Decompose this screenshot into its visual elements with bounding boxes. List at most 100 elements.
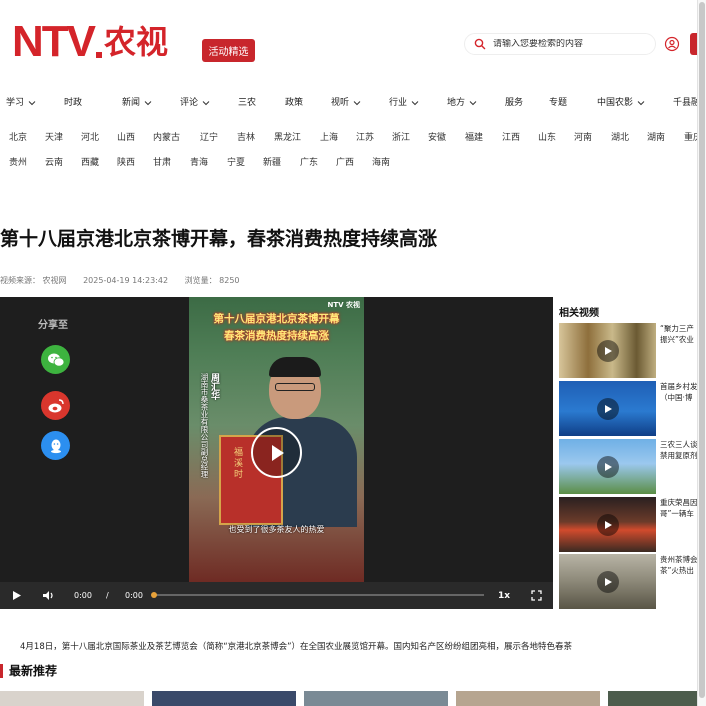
related-video-item[interactable]: 首届乡村发 （中国·博 (559, 381, 706, 436)
main-nav: 学习 时政 新闻 评论 三农 政策 视听 行业 地方 服务 专题 中国农影 千县融 (0, 92, 706, 114)
video-player[interactable]: 分享至 NTV 农视 第十八届京港北京茶博开幕 春茶消费热度持续高涨 福溪时 周… (0, 297, 553, 609)
region-link[interactable]: 河南 (574, 129, 592, 147)
play-icon[interactable] (597, 398, 619, 420)
region-link[interactable]: 河北 (81, 129, 99, 147)
poster-person-glasses (275, 383, 315, 391)
region-link[interactable]: 贵州 (9, 154, 27, 172)
region-link[interactable]: 上海 (320, 129, 338, 147)
play-overlay-button[interactable] (251, 427, 302, 478)
search-box[interactable] (464, 33, 656, 55)
related-video-thumbnail[interactable] (559, 323, 656, 378)
search-input[interactable] (493, 39, 643, 49)
chevron-down-icon (353, 101, 361, 106)
region-link[interactable]: 西藏 (81, 154, 99, 172)
wechat-share-icon[interactable] (41, 345, 70, 374)
recommend-thumb[interactable] (456, 691, 600, 706)
region-link[interactable]: 吉林 (237, 129, 255, 147)
recommend-thumb[interactable] (304, 691, 448, 706)
region-link[interactable]: 山东 (538, 129, 556, 147)
region-link[interactable]: 湖北 (611, 129, 629, 147)
poster-name: 周汇华 (209, 373, 219, 400)
related-videos-title: 相关视频 (559, 308, 599, 319)
recommend-thumb[interactable] (608, 691, 698, 706)
weibo-share-icon[interactable] (41, 391, 70, 420)
play-icon[interactable] (597, 340, 619, 362)
site-logo[interactable]: NTV 农视 (12, 20, 168, 64)
region-link[interactable]: 宁夏 (227, 154, 245, 172)
play-icon (13, 591, 21, 600)
chevron-down-icon (28, 101, 36, 106)
region-link[interactable]: 新疆 (263, 154, 281, 172)
recommend-thumb[interactable] (0, 691, 144, 706)
region-link[interactable]: 湖南 (647, 129, 665, 147)
region-link[interactable]: 广西 (336, 154, 354, 172)
play-icon[interactable] (597, 514, 619, 536)
related-video-item[interactable]: 贵州茶博会 茶”火热出 (559, 554, 706, 609)
user-icon[interactable] (664, 36, 680, 52)
region-link[interactable]: 内蒙古 (153, 129, 180, 147)
play-button[interactable] (12, 582, 22, 609)
region-link[interactable]: 福建 (465, 129, 483, 147)
region-link[interactable]: 海南 (372, 154, 390, 172)
nav-item-politics[interactable]: 时政 (64, 92, 82, 114)
nav-item-topic[interactable]: 专题 (549, 92, 567, 114)
nav-item-policy[interactable]: 政策 (285, 92, 303, 114)
nav-item-china-film[interactable]: 中国农影 (597, 92, 645, 114)
related-video-thumbnail[interactable] (559, 497, 656, 552)
nav-item-sannong[interactable]: 三农 (238, 92, 256, 114)
nav-item-label: 中国农影 (597, 98, 634, 108)
region-link[interactable]: 天津 (45, 129, 63, 147)
nav-item-service[interactable]: 服务 (505, 92, 523, 114)
poster-caption: 周汇华 湖南市桑茶业有限公司副总经理 (199, 373, 219, 478)
qq-share-icon[interactable] (41, 431, 70, 460)
play-icon[interactable] (597, 571, 619, 593)
fullscreen-button[interactable] (531, 582, 542, 609)
scrollbar-thumb[interactable] (699, 2, 705, 698)
play-icon[interactable] (597, 456, 619, 478)
region-link[interactable]: 山西 (117, 129, 135, 147)
region-link[interactable]: 广东 (300, 154, 318, 172)
page-scrollbar[interactable] (697, 0, 706, 706)
region-link[interactable]: 江西 (502, 129, 520, 147)
poster-logo: NTV 农视 (327, 301, 361, 309)
region-link[interactable]: 北京 (9, 129, 27, 147)
nav-item-news[interactable]: 新闻 (122, 92, 152, 114)
nav-item-study[interactable]: 学习 (6, 92, 36, 114)
region-link[interactable]: 安徽 (428, 129, 446, 147)
search-icon[interactable] (471, 35, 489, 53)
recommend-thumb[interactable] (152, 691, 296, 706)
progress-bar[interactable] (154, 594, 484, 596)
article-meta: 视频来源： 农视网 2025-04-19 14:23:42 浏览量： 8250 (0, 275, 240, 286)
nav-item-local[interactable]: 地方 (447, 92, 477, 114)
region-link[interactable]: 云南 (45, 154, 63, 172)
related-video-item[interactable]: “聚力三产 振兴”农业 (559, 323, 706, 378)
related-video-item[interactable]: 三农三人谈 禁用复原剂 (559, 439, 706, 494)
fullscreen-icon (531, 590, 542, 601)
related-video-thumbnail[interactable] (559, 439, 656, 494)
related-video-thumbnail[interactable] (559, 554, 656, 609)
related-video-thumbnail[interactable] (559, 381, 656, 436)
region-link[interactable]: 青海 (190, 154, 208, 172)
region-link[interactable]: 辽宁 (200, 129, 218, 147)
time-total: 0:00 (125, 591, 143, 600)
region-link[interactable]: 江苏 (356, 129, 374, 147)
region-link[interactable]: 陕西 (117, 154, 135, 172)
progress-handle[interactable] (151, 592, 157, 598)
nav-item-comment[interactable]: 评论 (180, 92, 210, 114)
nav-item-label: 行业 (389, 98, 408, 108)
region-link[interactable]: 甘肃 (153, 154, 171, 172)
activity-button[interactable]: 活动精选 (202, 39, 255, 62)
nav-item-industry[interactable]: 行业 (389, 92, 419, 114)
article-datetime: 2025-04-19 14:23:42 (83, 276, 169, 285)
article-body: 4月18日，第十八届北京国际茶业及茶艺博览会（简称“京港北京茶博会”）在全国农业… (20, 642, 573, 652)
region-link[interactable]: 黑龙江 (274, 129, 301, 147)
region-link[interactable]: 浙江 (392, 129, 410, 147)
chevron-down-icon (637, 101, 645, 106)
volume-button[interactable] (42, 582, 55, 609)
nav-item-label: 地方 (447, 98, 466, 108)
nav-item-media[interactable]: 视听 (331, 92, 361, 114)
speed-button[interactable]: 1x (498, 582, 510, 609)
nav-item-qianxian[interactable]: 千县融 (673, 92, 700, 114)
nav-item-label: 专题 (549, 98, 568, 108)
related-video-item[interactable]: 重庆荣昌因 哥”一辆车 (559, 497, 706, 552)
